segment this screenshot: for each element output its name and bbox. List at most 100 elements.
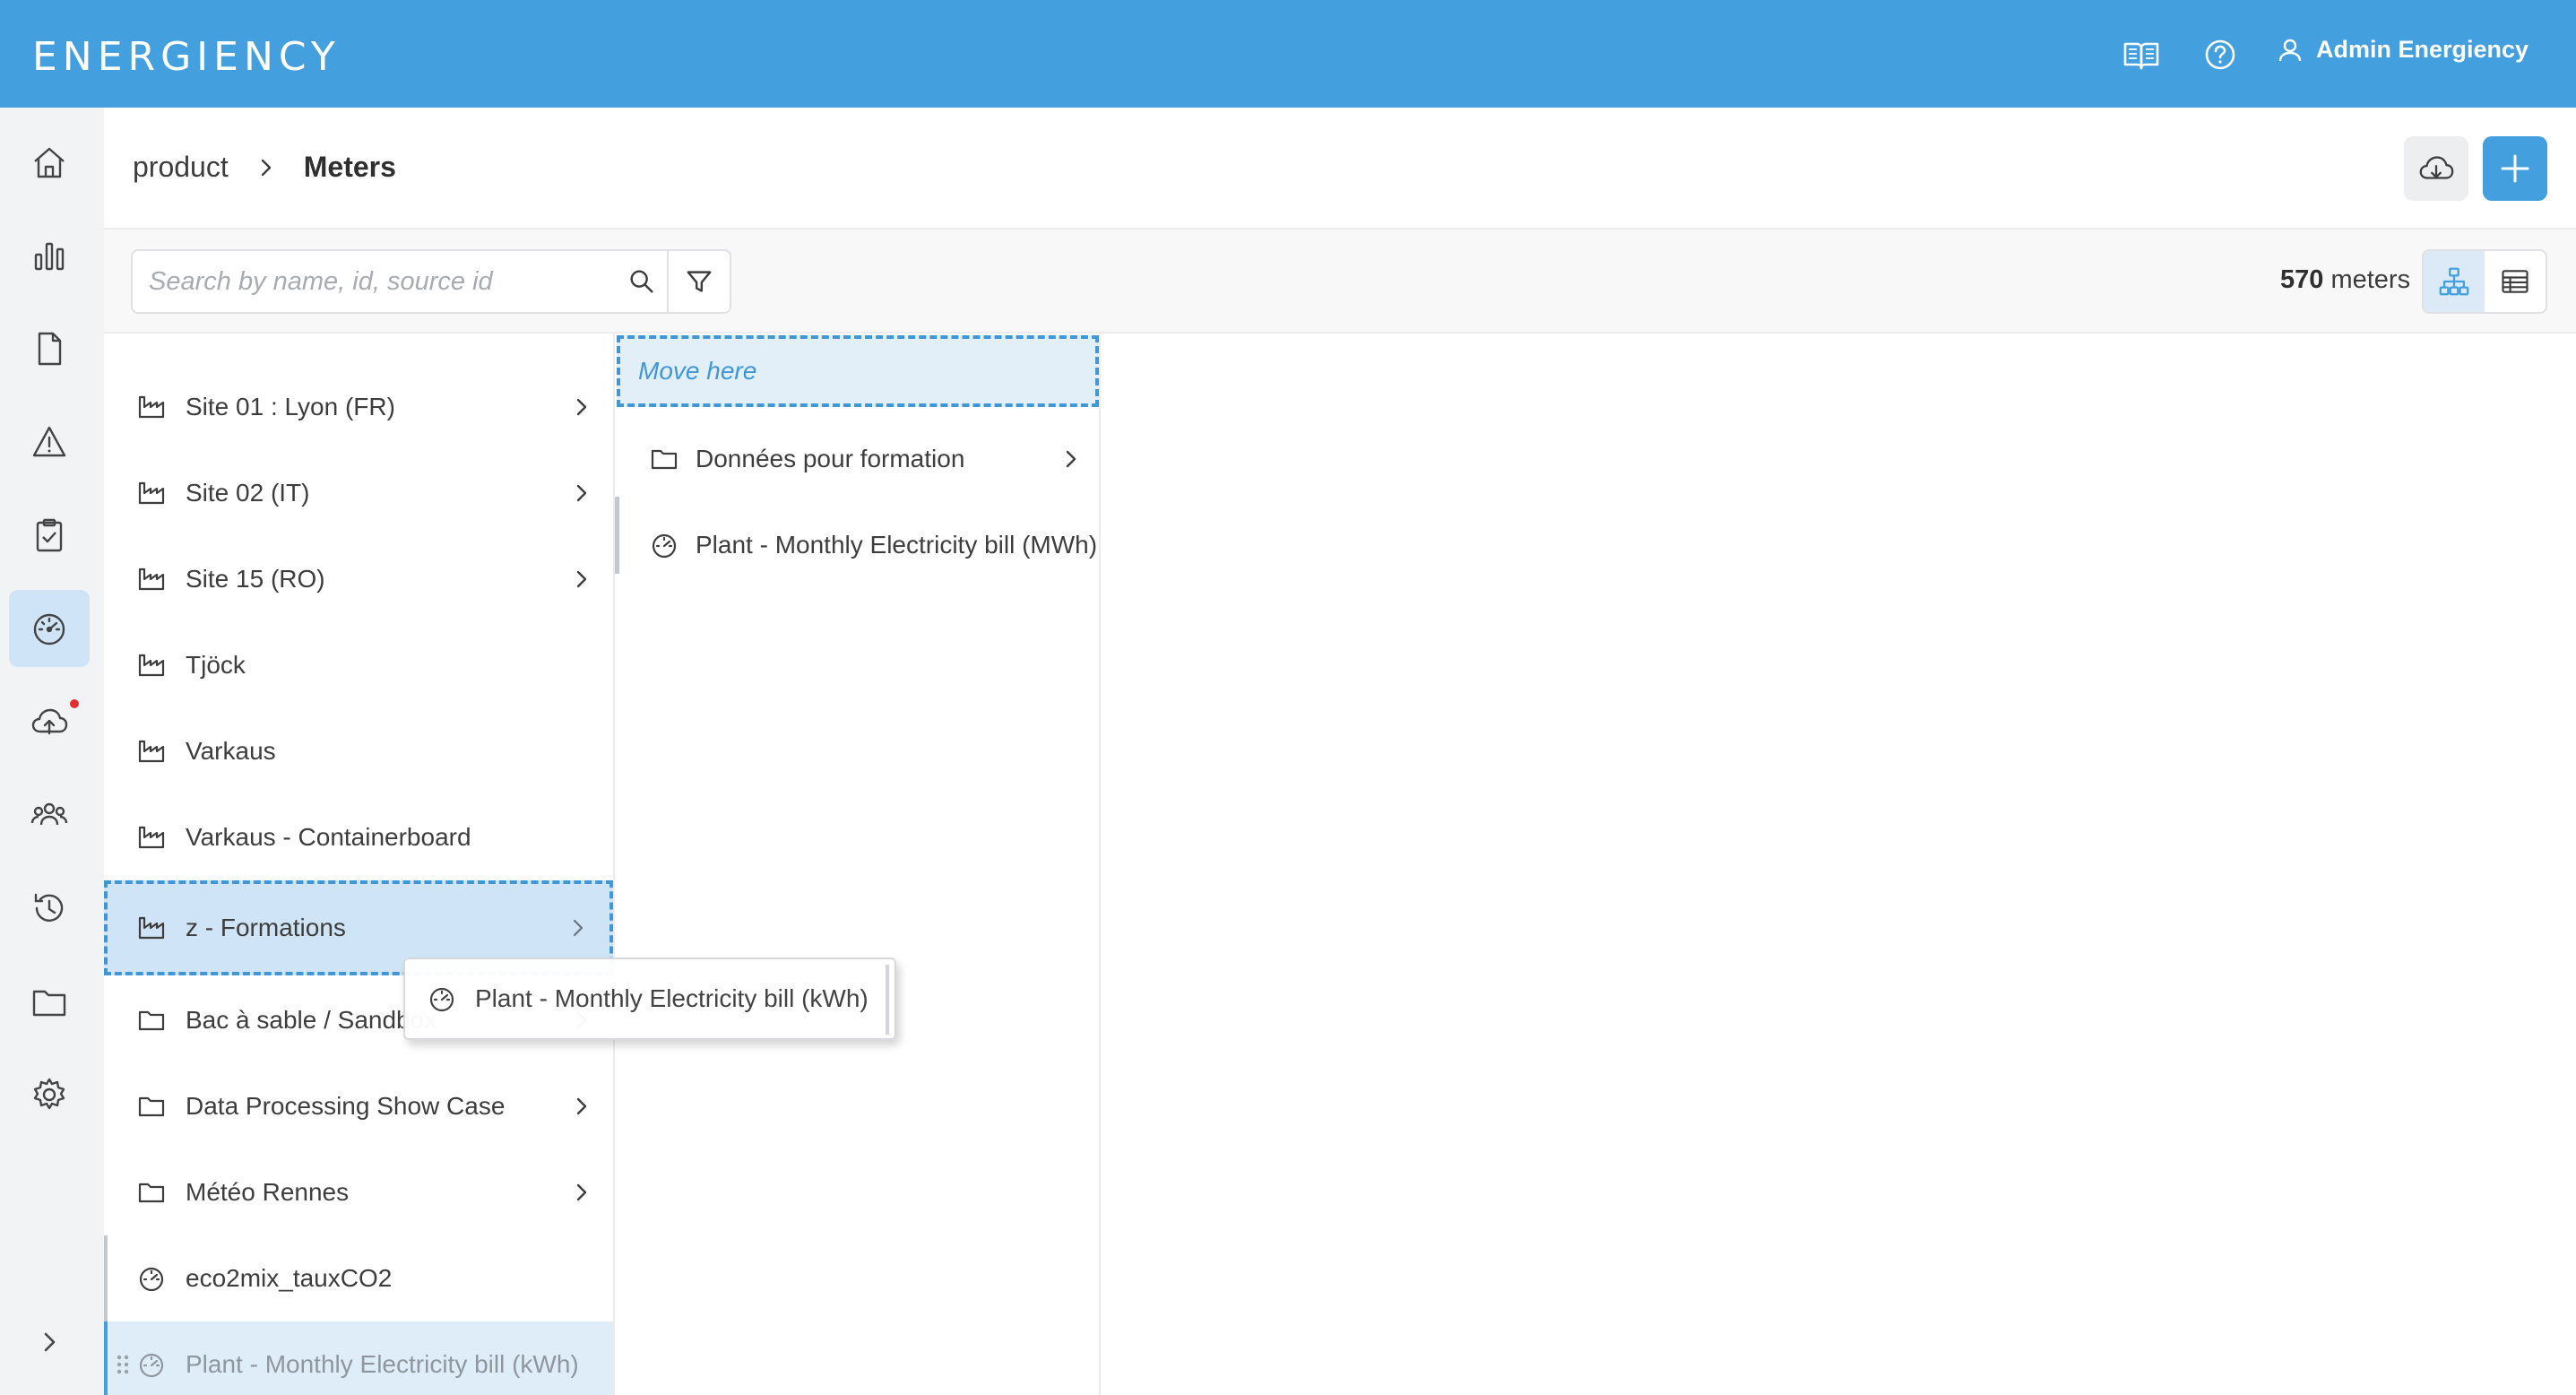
users-icon [30,802,68,826]
chevron-right-icon[interactable] [1059,447,1083,471]
sidebar-item-analytics[interactable] [9,217,90,294]
tree-row-label: Site 02 (IT) [186,479,310,507]
meter-count: 570 meters [2280,265,2410,295]
page-header: product Meters [104,108,2576,230]
plus-icon [2501,154,2529,183]
move-here-drop-zone[interactable]: Move here [617,335,1099,407]
sidebar-item-home[interactable] [9,124,90,201]
tree-row-label: Données pour formation [696,445,965,472]
tree-row[interactable]: Météo Rennes [104,1149,613,1235]
chevron-right-icon[interactable] [570,395,593,419]
tree-row[interactable]: Varkaus [104,708,613,794]
site-icon [138,826,165,849]
user-icon [2277,37,2304,64]
meter-gauge-icon [139,1267,164,1292]
table-view-button[interactable] [2485,251,2546,312]
breadcrumb: product Meters [133,151,396,184]
sidebar-expand-button[interactable] [9,1304,90,1381]
home-icon [34,147,65,178]
chevron-right-icon[interactable] [570,1095,593,1118]
tree-row[interactable]: Varkaus - Containerboard [104,794,613,880]
search-button[interactable] [617,251,669,312]
sidebar-item-tasks[interactable] [9,497,90,574]
meters-tree-column-1: Site 01 : Lyon (FR) Site 02 (IT) Site 15… [104,334,615,1395]
meter-gauge-icon [139,1353,164,1378]
clipboard-check-icon [36,518,63,552]
chevron-right-icon[interactable] [566,916,590,940]
tree-row-label: eco2mix_tauxCO2 [186,1264,393,1292]
search-icon [630,270,653,293]
filter-button[interactable] [669,251,730,312]
sidebar-item-settings[interactable] [9,1056,90,1133]
analytics-icon [34,242,65,271]
tree-row-label: Varkaus - Containerboard [186,823,471,851]
site-icon [138,916,165,940]
document-icon [38,332,62,366]
meters-tree-column-2: Move here Données pour formation Plant -… [615,334,1101,1395]
add-meter-button[interactable] [2483,136,2547,201]
page-title: Meters [303,151,396,183]
chevron-right-icon[interactable] [570,481,593,505]
sidebar-item-meters[interactable] [9,590,90,667]
cloud-upload-icon [31,708,68,735]
book-icon[interactable] [2121,34,2162,75]
tree-row-label: Tjöck [186,651,246,679]
chevron-right-icon [44,1332,56,1352]
chevron-right-icon [255,157,277,178]
tree-row[interactable]: Plant - Monthly Electricity bill (MWh) [615,502,1099,588]
notification-dot [68,698,81,710]
breadcrumb-root[interactable]: product [133,151,229,184]
tree-row[interactable]: Site 15 (RO) [104,536,613,622]
tree-row-label: Plant - Monthly Electricity bill (kWh) [186,1350,579,1378]
tree-row[interactable]: Données pour formation [615,416,1099,502]
tree-row[interactable]: Site 01 : Lyon (FR) [104,364,613,450]
sidebar-item-imports[interactable] [9,683,90,760]
dragged-source-row[interactable]: Plant - Monthly Electricity bill (kWh) [104,1321,613,1395]
tree-row[interactable]: Site 02 (IT) [104,450,613,536]
sidebar-item-documents[interactable] [9,310,90,387]
sidebar-item-alerts[interactable] [9,403,90,481]
top-bar: ENERGIENCY Admin Energiency [0,0,2576,108]
meter-count-number: 570 [2280,265,2324,294]
download-button[interactable] [2404,136,2468,201]
hierarchy-icon [2439,267,2469,296]
site-icon [138,395,165,419]
folder-icon [138,1183,165,1203]
view-toggle [2422,249,2547,314]
tree-row-label: Site 15 (RO) [186,565,325,593]
drag-preview: Plant - Monthly Electricity bill (kWh) [403,957,896,1040]
drag-handle-icon[interactable] [115,1353,131,1376]
search-box [131,249,731,314]
tree-row-label: Météo Rennes [186,1178,350,1206]
toolbar: 570 meters [104,230,2576,334]
meter-gauge-icon [429,987,454,1012]
folder-icon [32,990,66,1017]
help-icon[interactable] [2200,34,2241,75]
sidebar-item-history[interactable] [9,870,90,947]
scrollbar-thumb[interactable] [615,497,619,574]
site-icon [138,481,165,505]
sidebar [0,108,104,1395]
app-logo[interactable]: ENERGIENCY [32,34,341,80]
search-input[interactable] [133,251,617,312]
tree-row[interactable]: eco2mix_tauxCO2 [104,1235,613,1321]
history-icon [34,893,64,922]
tree-view-button[interactable] [2424,251,2485,312]
tree-row-label: Plant - Monthly Electricity bill (MWh) [696,531,1098,559]
tree-row[interactable]: Tjöck [104,622,613,708]
sidebar-item-users[interactable] [9,776,90,853]
tree-row[interactable]: Data Processing Show Case [104,1063,613,1149]
tree-row-label: Varkaus [186,737,276,765]
folder-icon [138,1010,165,1031]
site-icon [138,568,165,591]
meter-gauge-icon [652,533,677,559]
chevron-right-icon[interactable] [570,568,593,591]
meter-count-label: meters [2330,265,2411,294]
meter-gauge-icon [33,613,65,646]
cloud-download-icon [2419,156,2454,179]
sidebar-item-files[interactable] [9,963,90,1040]
user-menu[interactable]: Admin Energiency [2277,36,2528,64]
alert-icon [32,426,66,457]
chevron-right-icon[interactable] [570,1181,593,1204]
site-icon [138,740,165,763]
